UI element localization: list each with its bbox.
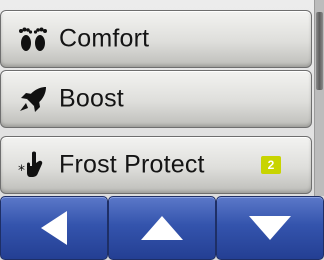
- menu-item-boost[interactable]: Boost: [0, 70, 312, 128]
- step-badge: 2: [261, 156, 281, 174]
- rocket-icon: [13, 82, 53, 116]
- navigation-bar: [0, 196, 324, 260]
- scrollbar[interactable]: [314, 0, 324, 196]
- arrow-left-icon: [37, 209, 71, 247]
- snowflake-hand-icon: *: [13, 148, 53, 182]
- scroll-down-button[interactable]: [216, 196, 324, 260]
- thermostat-screen: Comfort Boost * Frost Protect 2: [0, 0, 324, 260]
- arrow-down-icon: [247, 213, 293, 243]
- menu-item-comfort[interactable]: Comfort: [0, 10, 312, 68]
- menu-item-label: Boost: [59, 84, 124, 113]
- menu-item-frost-protect[interactable]: * Frost Protect 2: [0, 136, 312, 194]
- back-button[interactable]: [0, 196, 108, 260]
- arrow-up-icon: [139, 213, 185, 243]
- menu-item-label: Frost Protect: [59, 150, 205, 179]
- menu-item-label: Comfort: [59, 24, 150, 53]
- footprints-icon: [13, 22, 53, 56]
- scroll-up-button[interactable]: [108, 196, 216, 260]
- svg-text:*: *: [18, 163, 25, 179]
- scrollbar-thumb[interactable]: [316, 12, 323, 90]
